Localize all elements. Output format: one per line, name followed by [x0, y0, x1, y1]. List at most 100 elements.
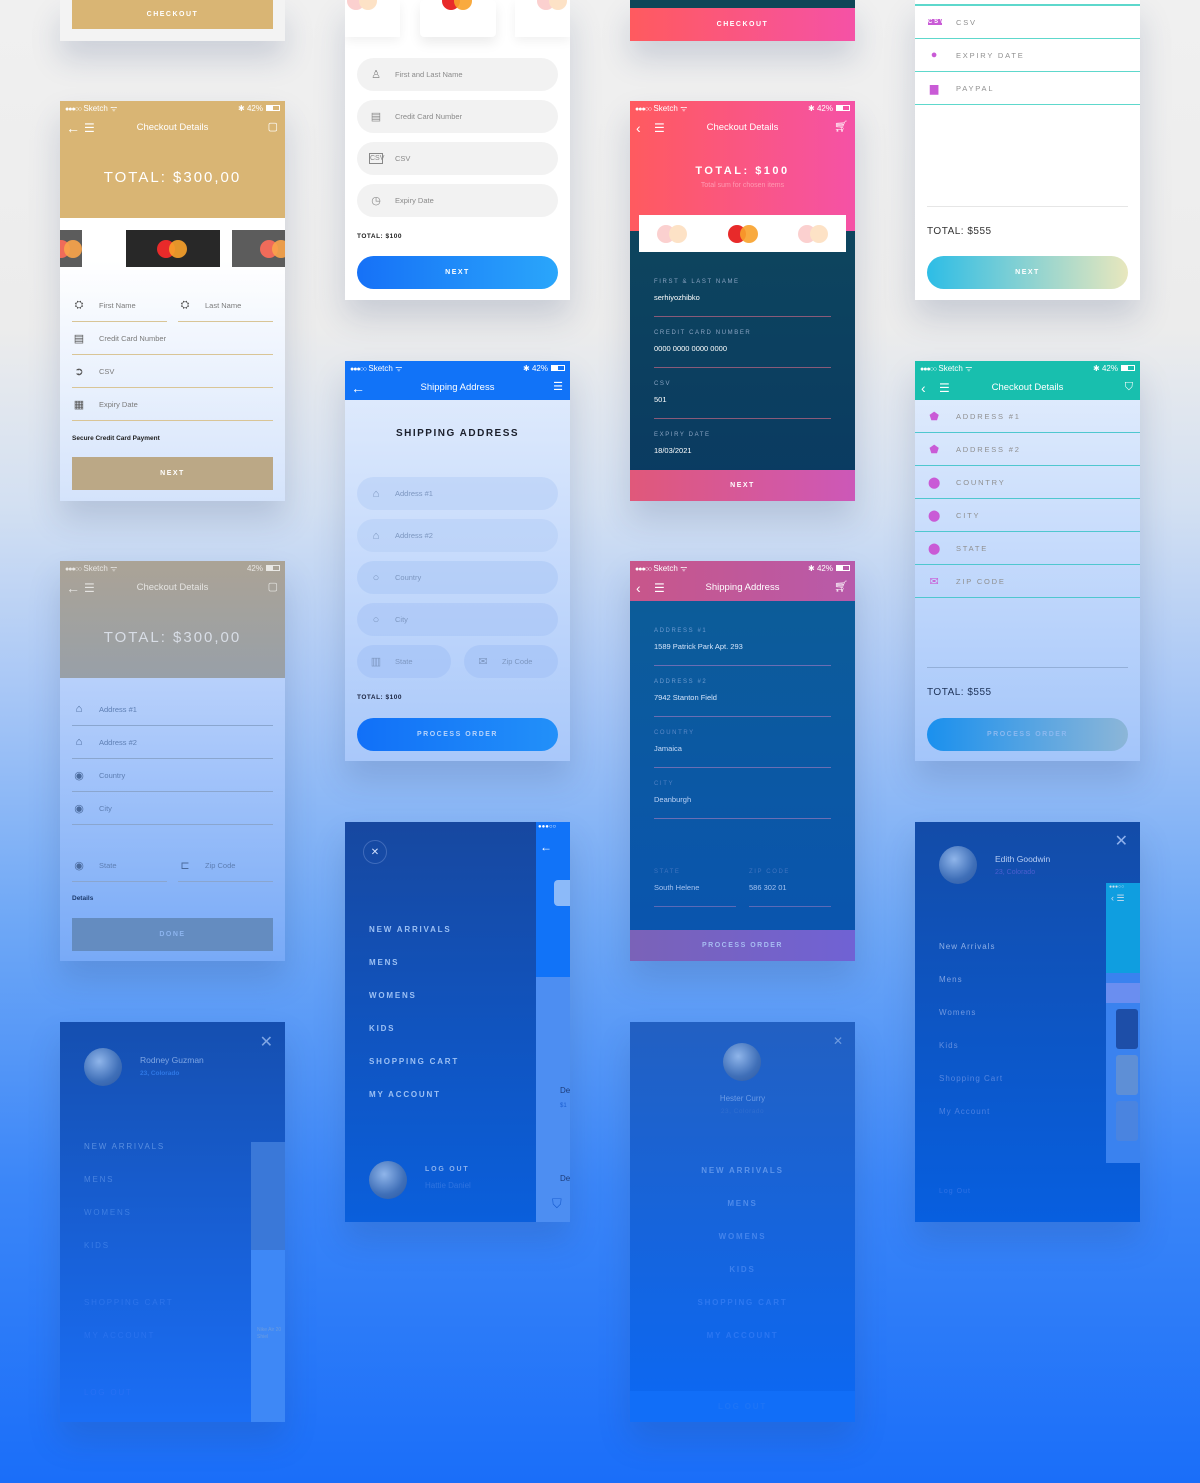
address1-field[interactable]: ⌂ Address #1 — [72, 693, 273, 726]
first-name-field[interactable]: ⛭ First Name — [72, 289, 167, 322]
zip-value[interactable]: 586 302 01 — [749, 883, 787, 892]
menu-icon[interactable]: ☰ — [939, 382, 950, 394]
state-field[interactable]: ◉ State — [72, 849, 167, 882]
address1-value[interactable]: 1589 Patrick Park Apt. 293 — [654, 642, 743, 651]
process-order-button[interactable]: PROCESS ORDER — [357, 718, 558, 751]
close-button[interactable]: ✕ — [363, 840, 387, 864]
menu-item[interactable]: Mens — [939, 975, 963, 984]
expiry-row[interactable]: ● EXPIRY DATE — [915, 39, 1140, 72]
card-number-input[interactable]: ▤ Credit Card Number — [357, 100, 558, 133]
menu-item[interactable]: MENS — [630, 1199, 855, 1208]
menu-item[interactable]: KIDS — [630, 1265, 855, 1274]
zip-input[interactable]: ✉ Zip Code — [464, 645, 558, 678]
logout-link[interactable]: Log Out — [939, 1188, 971, 1195]
address1-input[interactable]: ⌂ Address #1 — [357, 477, 558, 510]
country-value[interactable]: Jamaica — [654, 744, 682, 753]
menu-item[interactable]: New Arrivals — [939, 942, 995, 951]
city-input[interactable]: ○ City — [357, 603, 558, 636]
state-row[interactable]: ⬤ STATE — [915, 532, 1140, 565]
menu-item[interactable]: NEW ARRIVALS — [369, 925, 452, 934]
menu-item[interactable]: MENS — [369, 958, 399, 967]
menu-item[interactable]: Womens — [939, 1008, 976, 1017]
name-value[interactable]: serhiyozhibko — [654, 293, 700, 302]
zip-row[interactable]: ✉ ZIP CODE — [915, 565, 1140, 598]
cart-icon[interactable]: 🛒︎ — [834, 582, 848, 593]
checkout-button[interactable]: CHECKOUT — [72, 0, 273, 29]
card-number-value[interactable]: 0000 0000 0000 0000 — [654, 344, 727, 353]
next-button[interactable]: NEXT — [927, 256, 1128, 289]
menu-item[interactable]: NEW ARRIVALS — [630, 1166, 855, 1175]
back-arrow-icon[interactable]: ← — [351, 381, 365, 395]
menu-item[interactable]: MENS — [84, 1175, 114, 1184]
card-number-field[interactable]: ▤ Credit Card Number — [72, 322, 273, 355]
menu-item[interactable]: KIDS — [84, 1241, 110, 1250]
logout-link[interactable]: LOG OUT — [84, 1388, 133, 1397]
menu-item[interactable]: Shopping Cart — [939, 1074, 1003, 1083]
menu-item[interactable]: My Account — [939, 1107, 990, 1116]
address2-row[interactable]: ⬟ ADDRESS #2 — [915, 433, 1140, 466]
menu-item[interactable]: KIDS — [369, 1024, 395, 1033]
card-option-selected[interactable] — [728, 225, 760, 243]
basket-icon[interactable]: ▢ — [268, 122, 278, 133]
menu-item[interactable]: MY ACCOUNT — [630, 1331, 855, 1340]
menu-item[interactable]: SHOPPING CART — [84, 1298, 174, 1307]
card-thumb-right[interactable] — [515, 0, 570, 37]
card-option-left[interactable] — [657, 225, 689, 243]
expiry-input[interactable]: ◷ Expiry Date — [357, 184, 558, 217]
filter-icon[interactable]: ☰ — [553, 382, 563, 393]
logout-link[interactable]: LOG OUT — [425, 1166, 470, 1173]
menu-icon[interactable]: ☰ — [654, 122, 665, 134]
country-input[interactable]: ○ Country — [357, 561, 558, 594]
card-thumb-left[interactable] — [60, 230, 82, 267]
menu-item[interactable]: MY ACCOUNT — [84, 1331, 155, 1340]
back-chevron-icon[interactable]: ‹ — [921, 381, 926, 395]
next-button[interactable]: NEXT — [630, 470, 855, 501]
menu-item[interactable]: MY ACCOUNT — [369, 1090, 441, 1099]
expiry-field[interactable]: ▦ Expiry Date — [72, 388, 273, 421]
csv-row[interactable]: CSV CSV — [915, 6, 1140, 39]
menu-item[interactable]: WOMENS — [84, 1208, 132, 1217]
menu-item[interactable]: WOMENS — [630, 1232, 855, 1241]
card-thumb-selected[interactable] — [126, 230, 220, 267]
paypal-row[interactable]: ▆ PAYPAL — [915, 72, 1140, 105]
card-option-right[interactable] — [798, 225, 830, 243]
basket-icon[interactable]: ▢ — [268, 582, 278, 593]
city-field[interactable]: ◉ City — [72, 792, 273, 825]
close-icon[interactable]: ✕ — [260, 1032, 273, 1052]
card-thumb-selected[interactable] — [420, 0, 496, 37]
next-button[interactable]: NEXT — [357, 256, 558, 289]
csv-field[interactable]: ➲ CSV — [72, 355, 273, 388]
card-thumb-right[interactable] — [232, 230, 285, 267]
last-name-field[interactable]: ⛭ Last Name — [178, 289, 273, 322]
address1-row[interactable]: ⬟ ADDRESS #1 — [915, 400, 1140, 433]
back-arrow-icon[interactable]: ← — [66, 581, 80, 595]
logout-button[interactable]: LOG OUT — [630, 1402, 855, 1411]
csv-input[interactable]: CSV CSV — [357, 142, 558, 175]
close-icon[interactable]: ✕ — [833, 1034, 843, 1048]
address2-field[interactable]: ⌂ Address #2 — [72, 726, 273, 759]
address2-input[interactable]: ⌂ Address #2 — [357, 519, 558, 552]
checkout-button[interactable]: CHECKOUT — [630, 8, 855, 41]
menu-item[interactable]: NEW ARRIVALS — [84, 1142, 165, 1151]
state-value[interactable]: South Helene — [654, 883, 699, 892]
menu-item[interactable]: WOMENS — [369, 991, 417, 1000]
card-thumb-left[interactable] — [345, 0, 400, 37]
process-order-button[interactable]: PROCESS ORDER — [630, 930, 855, 961]
close-icon[interactable]: ✕ — [1115, 831, 1128, 851]
city-row[interactable]: ⬤ CITY — [915, 499, 1140, 532]
back-chevron-icon[interactable]: ‹ — [636, 121, 641, 135]
city-value[interactable]: Deanburgh — [654, 795, 691, 804]
country-field[interactable]: ◉ Country — [72, 759, 273, 792]
next-button[interactable]: NEXT — [72, 457, 273, 490]
state-input[interactable]: ▥ State — [357, 645, 451, 678]
menu-icon[interactable]: ☰ — [84, 122, 95, 134]
cart-icon[interactable]: 🛒︎ — [834, 122, 848, 133]
menu-icon[interactable]: ☰ — [84, 582, 95, 594]
menu-item[interactable]: Kids — [939, 1041, 959, 1050]
country-row[interactable]: ⬤ COUNTRY — [915, 466, 1140, 499]
process-order-button[interactable]: PROCESS ORDER — [927, 718, 1128, 751]
done-button[interactable]: DONE — [72, 918, 273, 951]
menu-icon[interactable]: ☰ — [654, 582, 665, 594]
address2-value[interactable]: 7942 Stanton Field — [654, 693, 717, 702]
expiry-value[interactable]: 18/03/2021 — [654, 446, 692, 455]
